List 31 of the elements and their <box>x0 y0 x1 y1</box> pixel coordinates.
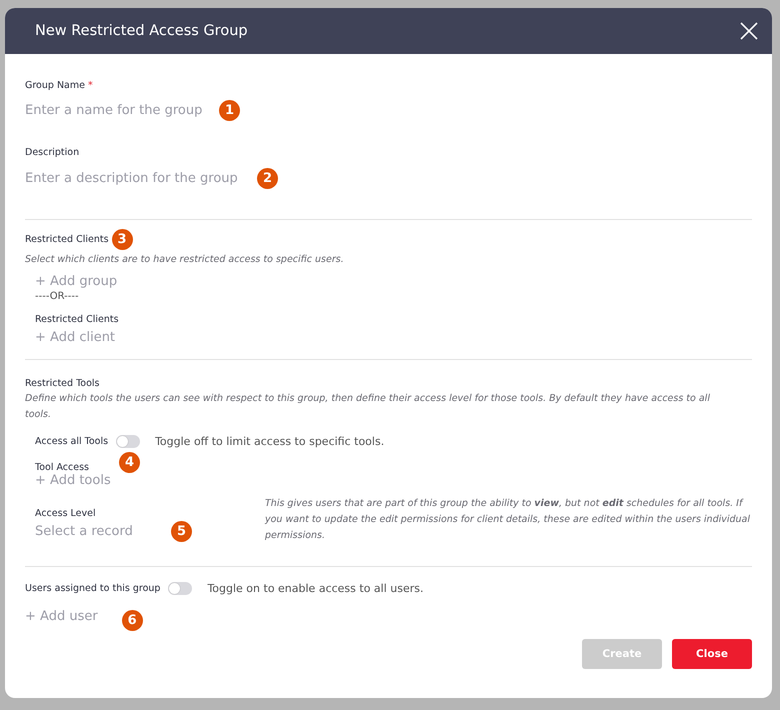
field-label: Group Name <box>25 80 85 91</box>
toggle-hint: Toggle off to limit access to specific tools. <box>155 435 384 448</box>
section-hint: Define which tools the users can see with respect to this group, then define their access level for those tools. By default they have access to all tools. <box>25 392 711 422</box>
field-label: Restricted Clients <box>35 314 119 325</box>
section-heading: Restricted Clients <box>25 234 109 245</box>
toggle-label: Access all Tools <box>35 436 108 447</box>
add-client-link[interactable]: + Add client <box>35 330 116 345</box>
section-hint: Select which clients are to have restricted access to specific users. <box>25 253 345 267</box>
callout-number: 1 <box>219 100 240 121</box>
or-separator: ----OR---- <box>35 291 79 302</box>
add-user-link[interactable]: + Add user <box>25 608 98 624</box>
add-group-link[interactable]: + Add group <box>35 274 118 289</box>
dialog-title: New Restricted Access Group <box>35 23 248 39</box>
section-heading: Restricted Tools <box>25 378 100 389</box>
add-tools-link[interactable]: + Add tools <box>35 473 111 488</box>
callout-number: 4 <box>119 452 140 473</box>
access-level-note: This gives users that are part of this group the ability to view, but not edit schedules for all tools. If you want to update the edit permissions for client details, these are edited within the users individual permissions. <box>265 497 752 543</box>
field-label: Description <box>25 147 80 158</box>
required-mark: * <box>88 80 93 91</box>
toggle-label: Users assigned to this group <box>25 583 160 594</box>
field-label: Access Level <box>35 508 97 519</box>
close-icon[interactable] <box>740 22 758 40</box>
close-button[interactable]: Close <box>672 639 752 669</box>
callout-number: 6 <box>122 610 143 631</box>
field-label: Tool Access <box>35 462 89 473</box>
access-all-toggle[interactable] <box>116 435 140 448</box>
toggle-hint: Toggle on to enable access to all users. <box>207 582 424 595</box>
callout-number: 5 <box>171 521 192 542</box>
callout-number: 2 <box>257 168 278 189</box>
callout-number: 3 <box>112 229 133 250</box>
users-toggle[interactable] <box>168 582 192 595</box>
